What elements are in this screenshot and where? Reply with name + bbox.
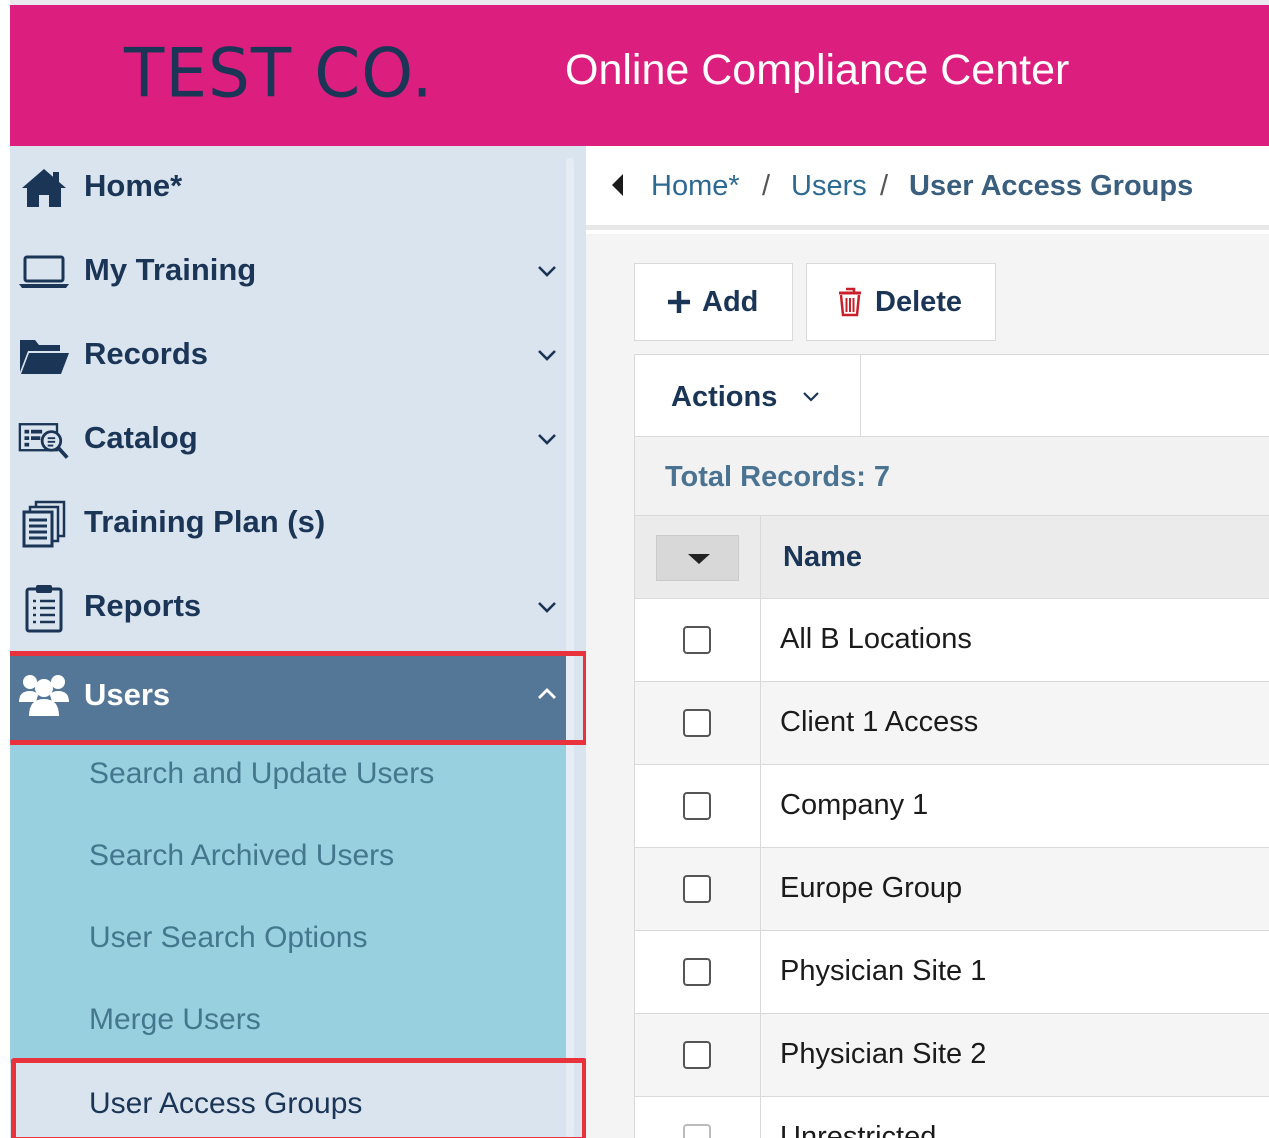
folder-open-icon (18, 332, 70, 380)
user-access-groups-highlight-box (11, 1058, 587, 1138)
sidebar-item-training-plans[interactable]: Training Plan (s) (10, 482, 566, 566)
sidebar-item-label: Training Plan (s) (84, 504, 326, 539)
sidebar-scrollbar[interactable] (566, 158, 574, 1138)
row-checkbox[interactable] (683, 1041, 711, 1069)
clipboard-icon (18, 584, 70, 633)
sidebar-item-my-training[interactable]: My Training (10, 230, 566, 314)
row-name[interactable]: Client 1 Access (780, 706, 978, 739)
trash-icon (837, 287, 863, 317)
delete-button[interactable]: Delete (806, 263, 996, 341)
row-name[interactable]: Physician Site 1 (780, 955, 986, 988)
sidebar-item-records[interactable]: Records (10, 314, 566, 398)
sidebar-item-label: Catalog (84, 420, 198, 455)
app-header: TEST CO. Online Compliance Center (10, 5, 1269, 146)
row-name[interactable]: Unrestricted (780, 1121, 936, 1138)
document-stack-icon (18, 500, 70, 548)
users-highlight-box (3, 651, 588, 745)
row-name[interactable]: All B Locations (780, 623, 972, 656)
table-row[interactable]: Client 1 Access (635, 682, 1269, 765)
laptop-icon (18, 248, 70, 296)
row-checkbox[interactable] (683, 875, 711, 903)
sidebar-item-catalog[interactable]: Catalog (10, 398, 566, 482)
chevron-down-icon (538, 434, 556, 445)
breadcrumb: Home* / Users / User Access Groups (586, 146, 1269, 230)
total-records-label: Total Records: 7 (665, 461, 891, 493)
add-button-label: Add (702, 285, 759, 318)
submenu-item-search-archived-users[interactable]: Search Archived Users (10, 827, 566, 909)
breadcrumb-home-link[interactable]: Home* (651, 170, 740, 203)
table-row[interactable]: Unrestricted (635, 1097, 1269, 1138)
chevron-down-icon (538, 266, 556, 277)
table-row[interactable]: Company 1 (635, 765, 1269, 848)
delete-button-label: Delete (875, 285, 963, 318)
app-title: Online Compliance Center (565, 46, 1070, 94)
user-access-groups-table: Name All B Locations Client 1 Access Com… (634, 515, 1269, 1138)
table-header: Name (635, 516, 1269, 599)
actions-dropdown[interactable]: Actions (635, 355, 861, 436)
row-name[interactable]: Company 1 (780, 789, 928, 822)
row-name[interactable]: Europe Group (780, 872, 962, 905)
submenu-item-user-search-options[interactable]: User Search Options (10, 909, 566, 991)
breadcrumb-current: User Access Groups (909, 170, 1194, 202)
sidebar-item-label: Records (84, 336, 209, 371)
submenu-item-label: User Search Options (89, 921, 368, 954)
row-checkbox[interactable] (683, 792, 711, 820)
breadcrumb-users-link[interactable]: Users (791, 170, 867, 203)
caret-down-icon (688, 554, 710, 564)
total-records-bar: Total Records: 7 (634, 437, 1269, 516)
select-all-dropdown[interactable] (656, 535, 739, 581)
chevron-down-icon (538, 350, 556, 361)
add-button[interactable]: Add (634, 263, 793, 341)
actions-bar: Actions (634, 354, 1269, 437)
row-checkbox[interactable] (683, 958, 711, 986)
sidebar-item-label: Reports (84, 588, 202, 623)
sidebar-item-reports[interactable]: Reports (10, 566, 566, 650)
chevron-down-icon (538, 602, 556, 613)
actions-label: Actions (671, 381, 778, 413)
plus-icon (666, 289, 692, 315)
column-header-name[interactable]: Name (783, 541, 862, 574)
sidebar-item-label: Home* (84, 168, 183, 203)
sidebar-item-home[interactable]: Home* (10, 146, 566, 230)
breadcrumb-separator: / (880, 170, 889, 202)
chevron-down-icon (803, 392, 819, 402)
catalog-search-icon (18, 416, 70, 464)
column-divider (760, 516, 761, 1138)
table-row[interactable]: Physician Site 2 (635, 1014, 1269, 1097)
submenu-item-label: Merge Users (89, 1003, 261, 1036)
row-checkbox[interactable] (683, 1124, 711, 1138)
table-row[interactable]: Europe Group (635, 848, 1269, 931)
caret-left-icon[interactable] (610, 172, 626, 198)
table-row[interactable]: Physician Site 1 (635, 931, 1269, 1014)
row-checkbox[interactable] (683, 709, 711, 737)
sidebar-item-label: My Training (84, 252, 257, 287)
submenu-item-label: Search and Update Users (89, 757, 435, 790)
company-logo: TEST CO. (124, 34, 434, 113)
row-name[interactable]: Physician Site 2 (780, 1038, 986, 1071)
window-left-edge (0, 0, 10, 1138)
submenu-item-label: Search Archived Users (89, 839, 395, 872)
row-checkbox[interactable] (683, 626, 711, 654)
breadcrumb-separator: / (762, 170, 771, 202)
table-row[interactable]: All B Locations (635, 599, 1269, 682)
home-icon (18, 164, 70, 212)
submenu-item-search-update-users[interactable]: Search and Update Users (10, 745, 566, 827)
